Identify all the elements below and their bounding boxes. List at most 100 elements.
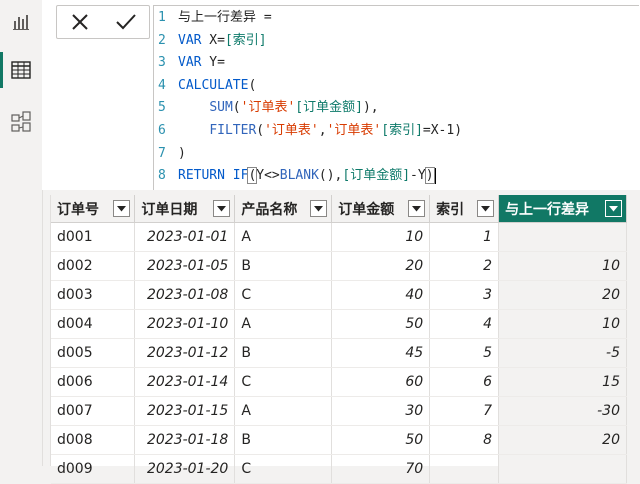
table-cell[interactable]: 1: [429, 222, 500, 252]
table-cell[interactable]: 2023-01-14: [134, 367, 236, 397]
table-cell[interactable]: A: [234, 222, 333, 252]
code-token: IF: [232, 168, 249, 184]
line-number: 1: [158, 10, 166, 25]
table-cell[interactable]: 3: [429, 280, 500, 310]
table-cell[interactable]: 50: [331, 425, 431, 455]
table-cell[interactable]: 2023-01-10: [134, 309, 236, 339]
table-cell[interactable]: 70: [331, 454, 431, 484]
column-header[interactable]: 订单日期: [134, 195, 236, 223]
table-cell[interactable]: 20: [498, 280, 627, 310]
table-cell[interactable]: 20: [498, 425, 627, 455]
table-cell[interactable]: 30: [331, 396, 431, 426]
column-filter-button[interactable]: [605, 200, 622, 217]
table-cell[interactable]: 2023-01-18: [134, 425, 236, 455]
code-line: 7): [154, 143, 639, 166]
table-cell[interactable]: 2023-01-12: [134, 338, 236, 368]
column-filter-button[interactable]: [310, 200, 328, 217]
code-token: '订单表': [240, 100, 296, 116]
table-cell[interactable]: d008: [51, 425, 136, 455]
column-filter-button[interactable]: [113, 200, 131, 217]
column-filter-button[interactable]: [477, 200, 495, 217]
table-cell[interactable]: d003: [51, 280, 136, 310]
table-cell[interactable]: d004: [51, 309, 136, 339]
table-cell[interactable]: 40: [331, 280, 431, 310]
table-cell[interactable]: C: [234, 280, 333, 310]
table-row: d001 2023-01-01 A 10 1: [51, 222, 627, 252]
code-line: 3 VAR Y=: [154, 52, 639, 75]
code-text: 与上一行差异 =: [178, 7, 272, 30]
table-cell[interactable]: B: [234, 425, 333, 455]
table-row: d006 2023-01-14 C 60 6 15: [51, 367, 627, 397]
table-view-icon: [11, 61, 31, 79]
cancel-icon: [72, 14, 88, 30]
table-cell[interactable]: d009: [51, 454, 136, 484]
column-header-label: 订单号: [57, 201, 99, 218]
model-view-button[interactable]: [0, 104, 42, 140]
line-number: 5: [158, 100, 166, 116]
table-cell[interactable]: 50: [331, 309, 431, 339]
table-cell[interactable]: A: [234, 309, 333, 339]
column-header[interactable]: 产品名称: [234, 195, 333, 223]
table-cell[interactable]: 2023-01-01: [134, 222, 236, 252]
code-token: ,: [318, 122, 327, 138]
table-cell[interactable]: d002: [51, 251, 136, 281]
table-cell[interactable]: A: [234, 396, 333, 426]
table-cell[interactable]: d005: [51, 338, 136, 368]
commit-icon: [116, 14, 136, 30]
table-cell[interactable]: 60: [331, 367, 431, 397]
table-cell[interactable]: [429, 454, 500, 484]
table-cell[interactable]: 2023-01-15: [134, 396, 236, 426]
table-cell[interactable]: -5: [498, 338, 627, 368]
column-header[interactable]: 订单金额: [331, 195, 431, 223]
table-cell[interactable]: 7: [429, 396, 500, 426]
column-filter-button[interactable]: [213, 200, 231, 217]
table-cell[interactable]: d007: [51, 396, 136, 426]
column-header-label: 索引: [436, 201, 465, 218]
code-line: 2 VAR X=[索引]: [154, 30, 639, 53]
code-token: VAR: [178, 32, 202, 48]
commit-formula-button[interactable]: [103, 6, 149, 38]
table-cell[interactable]: 20: [331, 251, 431, 281]
table-cell[interactable]: d006: [51, 367, 136, 397]
table-cell[interactable]: B: [234, 251, 333, 281]
table-cell[interactable]: [498, 454, 627, 484]
table-cell[interactable]: B: [234, 338, 333, 368]
table-cell[interactable]: 5: [429, 338, 500, 368]
code-token: X=: [201, 32, 225, 48]
report-view-button[interactable]: [0, 4, 42, 40]
table-cell[interactable]: 10: [498, 251, 627, 281]
chevron-down-icon: [314, 205, 324, 211]
table-cell[interactable]: 2023-01-20: [134, 454, 236, 484]
column-header[interactable]: 索引: [429, 195, 500, 223]
data-table: 订单号 订单日期 产品名称 订单金额 索引 与上一行差异 d001 2023-01-01 A 1…: [51, 195, 627, 484]
table-cell[interactable]: [498, 222, 627, 252]
table-cell[interactable]: 10: [331, 222, 431, 252]
table-cell[interactable]: 2023-01-05: [134, 251, 236, 281]
code-text: FILTER('订单表','订单表'[索引]=X-1): [178, 120, 462, 143]
table-cell[interactable]: 15: [498, 367, 627, 397]
column-header[interactable]: 订单号: [51, 195, 136, 223]
line-number: 4: [158, 77, 166, 93]
table-view-button[interactable]: [0, 52, 42, 88]
table-cell[interactable]: C: [234, 454, 333, 484]
code-line: 8 RETURN IF(Y<>BLANK(),[订单金额]-Y): [154, 165, 639, 188]
column-header[interactable]: 与上一行差异: [498, 195, 627, 223]
column-filter-button[interactable]: [408, 200, 426, 217]
table-cell[interactable]: d001: [51, 222, 136, 252]
cancel-formula-button[interactable]: [57, 6, 103, 38]
model-view-icon: [11, 111, 31, 132]
table-cell[interactable]: -30: [498, 396, 627, 426]
table-cell[interactable]: 2: [429, 251, 500, 281]
table-cell[interactable]: 10: [498, 309, 627, 339]
table-cell[interactable]: 45: [331, 338, 431, 368]
table-cell[interactable]: 6: [429, 367, 500, 397]
table-cell[interactable]: 4: [429, 309, 500, 339]
line-number: 6: [158, 122, 166, 138]
table-cell[interactable]: 2023-01-08: [134, 280, 236, 310]
table-cell[interactable]: 8: [429, 425, 500, 455]
dax-formula-editor[interactable]: 1 与上一行差异 = 2 VAR X=[索引] 3 VAR Y= 4 CALCULATE(5 …: [153, 5, 639, 190]
table-cell[interactable]: C: [234, 367, 333, 397]
